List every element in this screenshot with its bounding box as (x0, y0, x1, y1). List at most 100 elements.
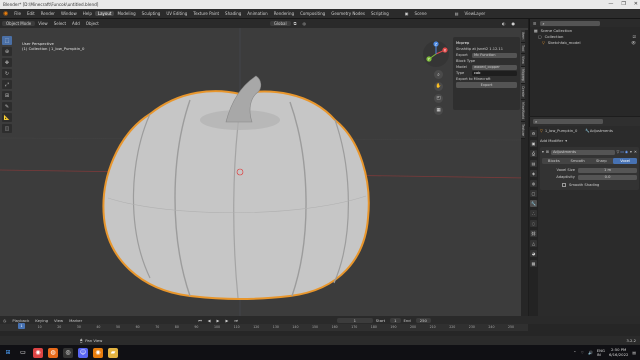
texture-icon[interactable]: ▩ (530, 260, 537, 267)
maximize-button[interactable]: ❐ (621, 1, 625, 7)
scene-selector[interactable]: Scene (412, 11, 430, 16)
mode-sharp[interactable]: Sharp (590, 158, 614, 164)
cursor-icon[interactable]: ⊕ (2, 47, 12, 56)
network-icon[interactable]: ⌔ (580, 350, 584, 356)
tray-chevron-icon[interactable]: ⌃ (573, 350, 576, 355)
view-layer-icon[interactable]: ▤ (530, 160, 537, 167)
menu-playback[interactable]: Playback (9, 318, 32, 323)
checkbox-icon[interactable]: ☑ (633, 34, 636, 39)
outliner-search-input[interactable]: ⌕ (540, 20, 601, 26)
adaptivity-field[interactable]: 0.0 (578, 174, 637, 180)
frame-ruler[interactable]: 1102030405060708090100110120130140150160… (0, 324, 528, 331)
volume-icon[interactable]: 🔊 (588, 350, 593, 355)
menu-select[interactable]: Select (51, 21, 69, 26)
world-icon[interactable]: ◍ (530, 180, 537, 187)
editmode-icon[interactable]: ▽ (617, 150, 620, 154)
modifier-name-field[interactable]: Adjustments (550, 149, 615, 155)
select-box-icon[interactable]: ⬚ (2, 36, 12, 45)
tab-compositing[interactable]: Compositing (297, 11, 328, 16)
tab-sculpting[interactable]: Sculpting (139, 11, 164, 16)
menu-view[interactable]: View (35, 21, 51, 26)
shading-solid-icon[interactable]: ● (508, 21, 518, 26)
current-frame-field[interactable]: 1 (336, 317, 373, 323)
tab-uv-editing[interactable]: UV Editing (163, 11, 190, 16)
task-view-icon[interactable]: ▭ (18, 348, 28, 358)
tab-scripting[interactable]: Scripting (368, 11, 392, 16)
mode-voxel[interactable]: Voxel (613, 158, 637, 164)
menu-help[interactable]: Help (80, 11, 95, 16)
menu-timeline-view[interactable]: View (51, 318, 66, 323)
mode-blocks[interactable]: Blocks (542, 158, 566, 164)
firefox-icon[interactable]: ◍ (48, 347, 58, 358)
language-indicator[interactable]: ENG IN (597, 348, 605, 357)
tab-mineworld[interactable]: MineWorld (521, 99, 525, 123)
tool-settings-icon[interactable]: ⚙ (530, 130, 537, 137)
tab-animation[interactable]: Animation (244, 11, 270, 16)
menu-window[interactable]: Window (58, 11, 80, 16)
mode-smooth[interactable]: Smooth (566, 158, 590, 164)
chrome-icon[interactable]: ◉ (33, 347, 43, 358)
navigation-gizmo[interactable]: X Y Z (422, 40, 450, 68)
physics-icon[interactable]: ◌ (530, 220, 537, 227)
clock[interactable]: 2:50 PM 6/16/2022 (609, 347, 628, 357)
tab-texture[interactable]: Texture (521, 122, 525, 140)
pan-hand-icon[interactable]: ✋ (434, 82, 443, 91)
mode-selector[interactable]: Object Mode (2, 21, 36, 26)
tab-mcprep[interactable]: Mcprep (521, 66, 525, 84)
timeline-editor-icon[interactable]: ◷ (0, 318, 9, 323)
windows-start-icon[interactable]: ⊞ (3, 348, 13, 358)
overlay-icon[interactable]: ◐ (499, 21, 509, 26)
constraints-icon[interactable]: ⛓ (530, 230, 537, 237)
render-icon[interactable]: ▣ (530, 140, 537, 147)
move-icon[interactable]: ✥ (2, 58, 12, 67)
menu-file[interactable]: File (11, 11, 24, 16)
scale-icon[interactable]: ⤢ (2, 80, 12, 89)
measure-icon[interactable]: 📐 (2, 113, 12, 122)
dropdown-icon[interactable]: ▾ (630, 150, 632, 154)
menu-marker[interactable]: Marker (66, 318, 85, 323)
transform-icon[interactable]: ⊞ (2, 91, 12, 100)
visibility-eye-icon[interactable]: 👁 (631, 40, 636, 45)
type-field[interactable]: cob (472, 70, 517, 76)
data-icon[interactable]: △ (530, 240, 537, 247)
tab-geometry-nodes[interactable]: Geometry Nodes (328, 11, 368, 16)
close-icon[interactable]: ✕ (634, 150, 637, 154)
discord-icon[interactable]: ☺ (78, 347, 88, 358)
tab-tool[interactable]: Tool (521, 42, 525, 54)
playhead[interactable]: 1 (18, 323, 25, 329)
tab-layout[interactable]: Layout (94, 11, 115, 16)
menu-keying[interactable]: Keying (32, 318, 51, 323)
proportional-icon[interactable]: ◎ (299, 21, 309, 26)
orientation-selector[interactable]: Global (269, 21, 291, 26)
viewlayer-selector[interactable]: ViewLayer (462, 11, 489, 16)
grid-icon[interactable]: ▦ (434, 106, 443, 115)
end-frame-field[interactable]: 250 (415, 317, 431, 323)
model-field[interactable]: waxed_copper (472, 64, 517, 70)
properties-search-input[interactable]: ⌕ (533, 119, 603, 124)
outliner-filter-icon[interactable]: ☰ (533, 21, 536, 26)
tab-shading[interactable]: Shading (222, 11, 244, 16)
smooth-shading-checkbox[interactable] (562, 182, 566, 187)
output-icon[interactable]: ⎙ (530, 150, 537, 157)
export-dropdown[interactable]: Mc Function (472, 52, 517, 58)
snap-icon[interactable]: ⧉ (291, 21, 300, 26)
tab-create[interactable]: Create (521, 83, 525, 100)
3d-viewport[interactable] (0, 28, 528, 316)
tab-texture-paint[interactable]: Texture Paint (190, 11, 222, 16)
object-props-icon[interactable]: ▢ (530, 190, 537, 197)
export-button[interactable]: Export (456, 82, 517, 88)
tab-modeling[interactable]: Modeling (114, 11, 138, 16)
file-explorer-icon[interactable]: ▰ (108, 347, 118, 358)
render-toggle-icon[interactable]: ◉ (625, 150, 628, 154)
prev-key-icon[interactable]: ◀ (205, 318, 214, 323)
material-icon[interactable]: ◕ (530, 250, 537, 257)
menu-edit[interactable]: Edit (24, 11, 38, 16)
tab-item[interactable]: Item (521, 30, 525, 43)
minimize-button[interactable]: — (608, 1, 613, 7)
menu-render[interactable]: Render (38, 11, 58, 16)
collapse-chevron-icon[interactable]: ▾ (542, 150, 544, 154)
zoom-icon[interactable]: ⌕ (434, 70, 443, 79)
notification-icon[interactable]: ▤ (632, 350, 636, 355)
tab-rendering[interactable]: Rendering (271, 11, 297, 16)
particles-icon[interactable]: ∴ (530, 210, 537, 217)
